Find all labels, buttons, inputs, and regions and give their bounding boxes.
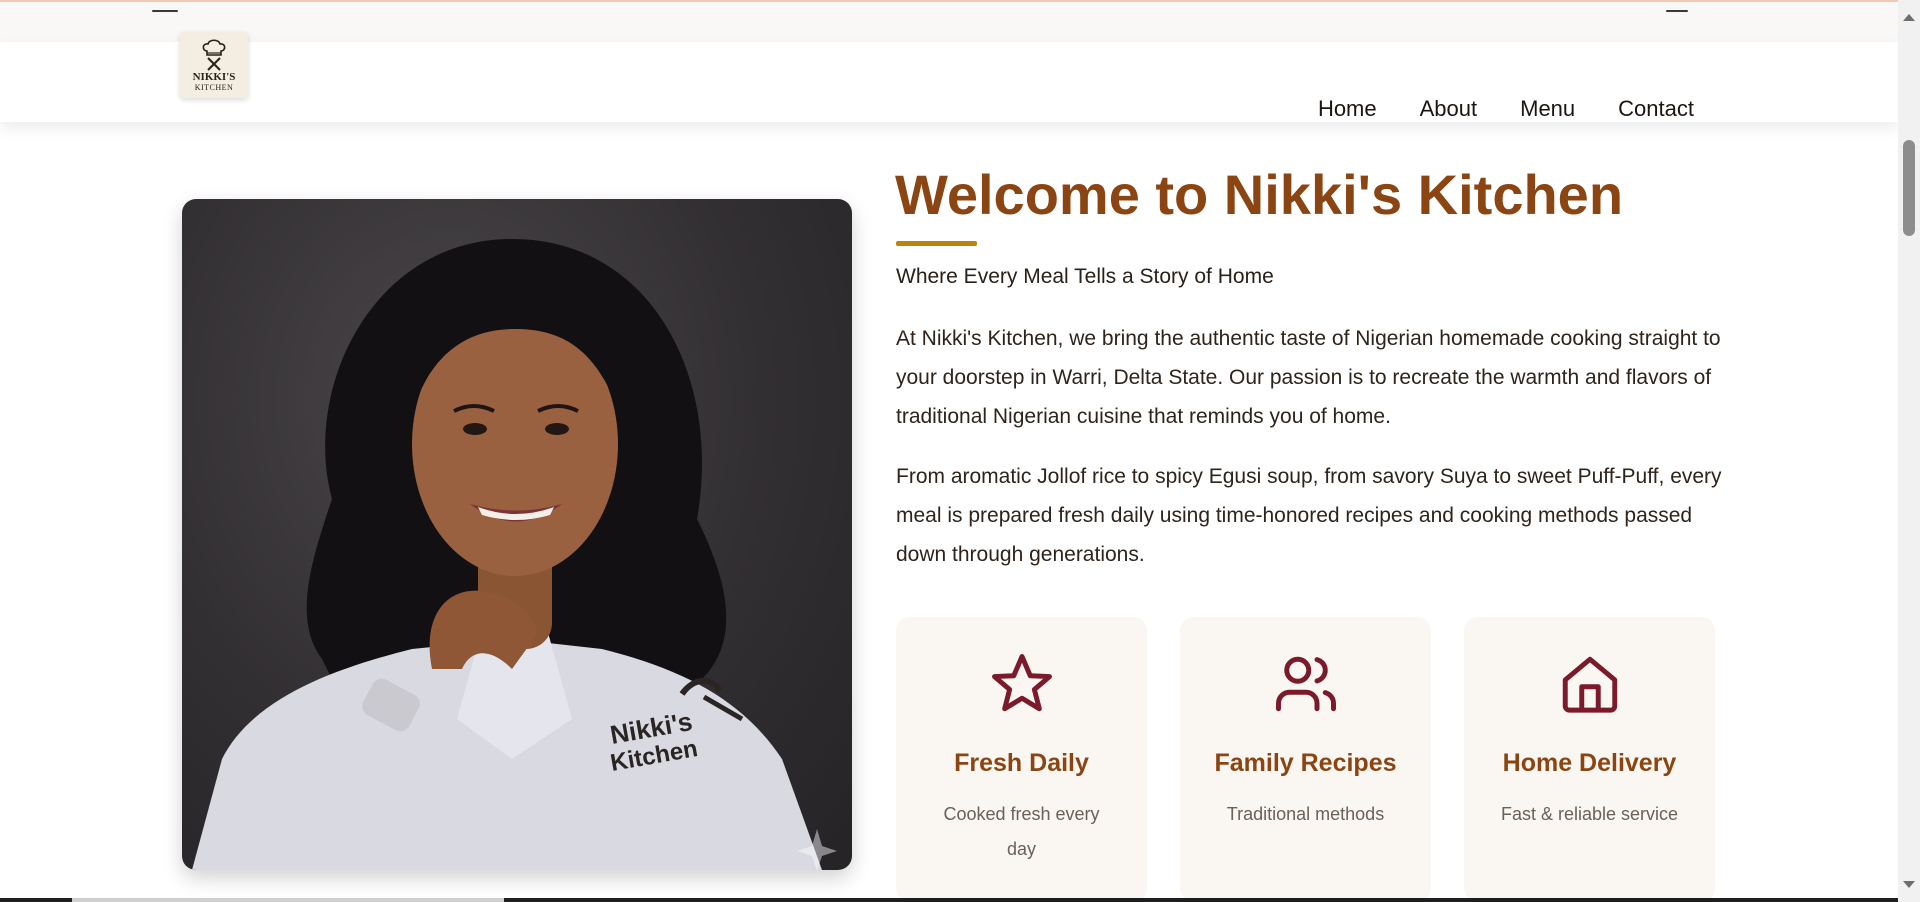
nav-about[interactable]: About — [1420, 92, 1478, 126]
page-title: Welcome to Nikki's Kitchen — [895, 163, 1624, 226]
top-strip — [0, 0, 1898, 42]
scroll-down-arrow-icon[interactable] — [1903, 881, 1915, 888]
intro-paragraph: At Nikki's Kitchen, we bring the authent… — [896, 327, 1721, 428]
site-header: Home About Menu Contact — [0, 42, 1898, 122]
feature-card-fresh-daily: Fresh Daily Cooked fresh every day — [896, 617, 1147, 902]
feature-description: Fast & reliable service — [1500, 804, 1679, 824]
nav-contact[interactable]: Contact — [1618, 92, 1694, 126]
nav-menu[interactable]: Menu — [1520, 92, 1575, 126]
logo-subtext: KITCHEN — [194, 82, 234, 92]
nav-home[interactable]: Home — [1318, 92, 1377, 126]
chef-portrait-illustration: Nikki's Kitchen — [192, 239, 837, 870]
chef-hat-icon — [202, 38, 226, 71]
home-icon — [1557, 651, 1623, 722]
feature-title: Fresh Daily — [954, 749, 1089, 777]
scrollbar-thumb[interactable] — [1903, 140, 1915, 236]
feature-description: Traditional methods — [1226, 804, 1385, 824]
page-scrollbar[interactable] — [1898, 0, 1920, 902]
scroll-up-arrow-icon[interactable] — [1903, 14, 1915, 21]
chef-photo: Nikki's Kitchen — [182, 199, 852, 870]
star-icon — [989, 651, 1055, 722]
tagline: Where Every Meal Tells a Story of Home — [896, 265, 1274, 288]
feature-description: Cooked fresh every day — [943, 804, 1100, 859]
brand-logo[interactable]: NIKKI'S KITCHEN — [180, 32, 248, 98]
feature-card-home-delivery: Home Delivery Fast & reliable service — [1464, 617, 1715, 902]
menu-paragraph: From aromatic Jollof rice to spicy Egusi… — [896, 465, 1722, 566]
bottom-edge-bar — [0, 898, 1898, 902]
feature-card-family-recipes: Family Recipes Traditional methods — [1180, 617, 1431, 902]
main-nav: Home About Menu Contact — [1318, 92, 1694, 126]
logo-text: NIKKI'S — [192, 70, 236, 83]
divider — [152, 10, 178, 12]
title-underline — [896, 241, 977, 246]
users-icon — [1273, 651, 1339, 722]
divider — [1666, 10, 1688, 12]
feature-title: Family Recipes — [1214, 749, 1397, 777]
feature-title: Home Delivery — [1502, 749, 1677, 777]
bottom-highlight — [72, 898, 504, 902]
